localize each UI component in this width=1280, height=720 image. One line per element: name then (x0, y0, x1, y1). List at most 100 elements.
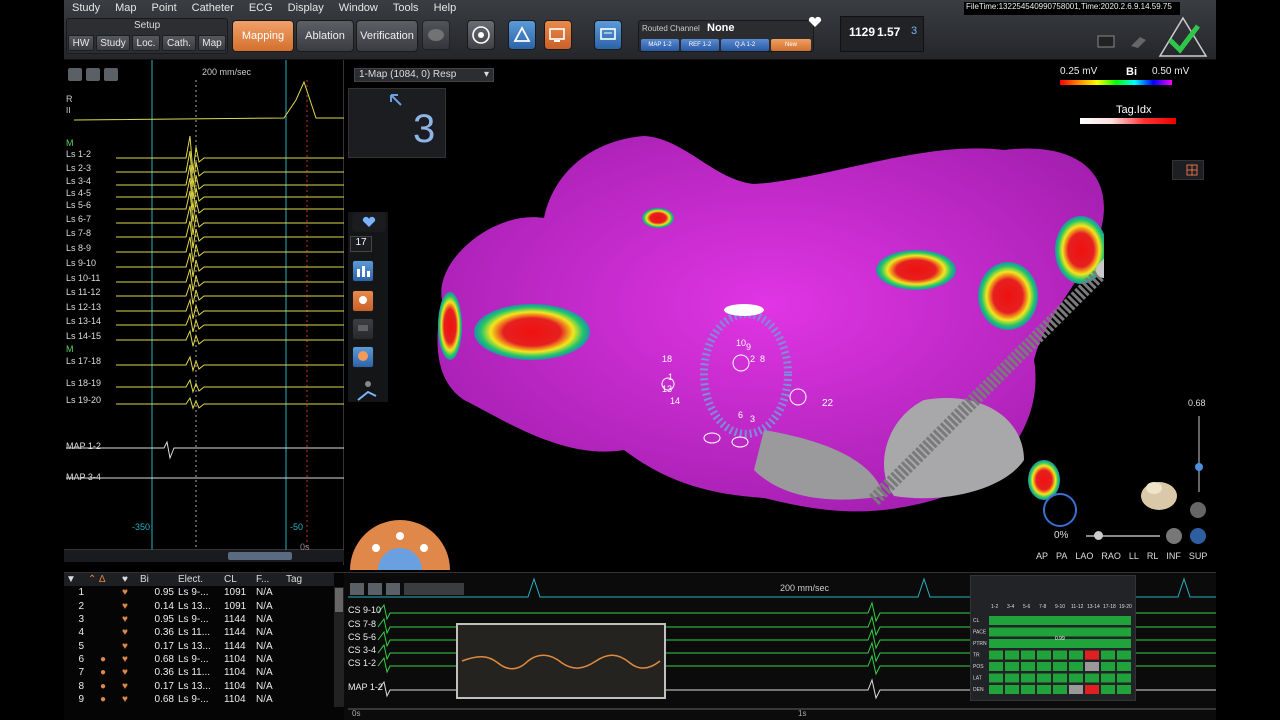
table-cell: ♥ (122, 640, 128, 652)
tag-column-icon[interactable]: ♥ (120, 573, 138, 587)
orientation-buttons: AP PA LAO RAO LL RL INF SUP (1036, 551, 1215, 561)
threshold-slider-thumb[interactable] (1195, 463, 1203, 471)
table-cell: Ls 9-... (178, 653, 209, 665)
menu-map[interactable]: Map (107, 0, 143, 16)
view-ap[interactable]: AP (1036, 551, 1048, 561)
menu-tools[interactable]: Tools (385, 0, 426, 16)
col-elect[interactable]: Elect. (176, 573, 222, 587)
view-pa[interactable]: PA (1056, 551, 1067, 561)
routed-tab-ref12[interactable]: REF 1-2 (681, 39, 719, 51)
table-cell: ● (99, 693, 107, 705)
opacity-value: 0% (1054, 530, 1069, 541)
point-delete-button[interactable] (352, 318, 374, 340)
menu-help[interactable]: Help (426, 0, 464, 16)
routed-tab-map12[interactable]: MAP 1-2 (641, 39, 679, 51)
map-viewport[interactable]: 1-Map (1084, 0) Resp ▾ 3 17 10 9 8 2 1 1… (344, 60, 1216, 572)
table-row[interactable]: 7 ● ♥ 0.36 Ls 11... 1104 N/A (64, 666, 334, 679)
col-bi[interactable]: Bi (138, 573, 176, 587)
sort-columns-icon[interactable]: ⌃ ∆ (86, 573, 120, 587)
table-row[interactable]: 9 ● ♥ 0.68 Ls 9-... 1104 N/A (64, 693, 334, 706)
table-row[interactable]: 1 ♥ 0.95 Ls 9-... 1091 N/A (64, 586, 334, 599)
menu-catheter[interactable]: Catheter (184, 0, 241, 16)
table-row[interactable]: 8 ● ♥ 0.17 Ls 13... 1104 N/A (64, 679, 334, 692)
catheter-tool-button[interactable] (508, 20, 536, 50)
col-cl[interactable]: CL (222, 573, 254, 587)
trace-label: Ls 19-20 (66, 395, 102, 405)
table-cell (86, 639, 120, 652)
recording-tool-button[interactable] (544, 20, 572, 50)
setup-map-button[interactable]: Map (198, 35, 226, 51)
col-f[interactable]: F... (254, 573, 284, 587)
grid-cell (1069, 685, 1083, 694)
view-inf[interactable]: INF (1166, 551, 1181, 561)
ecg-trace-line (116, 205, 344, 235)
map-trace-line (66, 440, 344, 460)
view-rotate-button[interactable] (1166, 528, 1182, 544)
reset-view-button[interactable] (1190, 502, 1206, 518)
table-row[interactable]: 5 ♥ 0.17 Ls 13... 1144 N/A (64, 639, 334, 652)
readout-panel: 1129 1.57 3 (840, 16, 924, 52)
histogram-button[interactable] (352, 260, 374, 282)
ablation-button[interactable]: Ablation (296, 20, 354, 52)
setup-hw-button[interactable]: HW (68, 35, 94, 51)
grid-col-label: 9-10 (1055, 604, 1065, 610)
table-cell: 3 (78, 614, 84, 626)
menu-study[interactable]: Study (64, 0, 107, 16)
points-scroll-thumb[interactable] (335, 588, 343, 612)
ecg-scrollbar[interactable] (64, 550, 344, 562)
table-cell: 0.36 (154, 627, 174, 639)
display-tool-button[interactable] (594, 20, 622, 50)
threshold-value: 0.68 (1188, 398, 1206, 408)
grid-cell (1053, 685, 1067, 694)
trace-label: Ls 3-4 (66, 176, 92, 186)
filter-icon[interactable]: ▼ (64, 573, 86, 587)
grid-cell (1117, 673, 1131, 683)
target-tool-button[interactable] (467, 20, 495, 50)
table-cell: 0.36 (154, 667, 174, 679)
electrode-status-grid[interactable]: 1-2 3-4 5-6 7-8 9-10 11-12 13-14 17-18 19-20 CL PA… (970, 575, 1136, 701)
view-ll[interactable]: LL (1129, 551, 1139, 561)
grid-cell (1101, 673, 1115, 683)
view-fit-button[interactable] (1190, 528, 1206, 544)
view-rao[interactable]: RAO (1101, 551, 1121, 561)
points-count-field[interactable]: 17 (350, 236, 372, 252)
point-collect-button[interactable] (352, 290, 374, 312)
grid-cell (1117, 662, 1131, 671)
view-rl[interactable]: RL (1147, 551, 1159, 561)
table-row[interactable]: 6 ● ♥ 0.68 Ls 9-... 1104 N/A (64, 653, 334, 666)
opacity-slider-thumb[interactable] (1094, 531, 1103, 540)
map-selector[interactable]: 1-Map (1084, 0) Resp ▾ (354, 68, 494, 82)
setup-study-button[interactable]: Study (96, 35, 130, 51)
trace-label: Ls 9-10 (66, 258, 97, 268)
menu-display[interactable]: Display (280, 0, 331, 16)
menu-window[interactable]: Window (331, 0, 385, 16)
routed-tab-qa12[interactable]: Q.A 1-2 (721, 39, 769, 51)
ecg-scroll-thumb[interactable] (228, 552, 292, 560)
points-table-scrollbar[interactable] (334, 587, 344, 707)
routed-tab-new[interactable]: New (771, 39, 811, 51)
verification-button[interactable]: Verification (356, 20, 418, 52)
table-row[interactable]: 4 ♥ 0.36 Ls 11... 1144 N/A (64, 626, 334, 639)
view-lao[interactable]: LAO (1075, 551, 1093, 561)
ecg-inset-panel[interactable] (456, 623, 666, 699)
table-row[interactable]: 3 ♥ 0.95 Ls 9-... 1144 N/A (64, 613, 334, 626)
threshold-slider-track[interactable] (1198, 416, 1200, 492)
heart-orientation-icon[interactable] (1136, 474, 1182, 514)
grid-toggle-button[interactable] (1172, 160, 1204, 180)
mapping-button[interactable]: Mapping (232, 20, 294, 52)
map-tag-button[interactable] (352, 346, 374, 368)
setup-cath-button[interactable]: Cath. (162, 35, 196, 51)
anatomical-map-3d[interactable]: 10 982 1 13 14 18 6 3 22 (404, 100, 1104, 540)
radial-tool-menu[interactable] (348, 514, 452, 570)
table-row[interactable]: 2 ♥ 0.14 Ls 13... 1091 N/A (64, 600, 334, 613)
col-tag[interactable]: Tag (284, 573, 334, 587)
menu-ecg[interactable]: ECG (241, 0, 280, 16)
grid-cell (1005, 650, 1019, 660)
ecg-trace-line (116, 220, 344, 249)
low-voltage-area-3 (876, 250, 956, 290)
axis-label-right: -50 (290, 522, 304, 532)
heart-tool-button[interactable] (422, 20, 450, 50)
view-sup[interactable]: SUP (1189, 551, 1208, 561)
menu-point[interactable]: Point (144, 0, 184, 16)
setup-loc-button[interactable]: Loc. (132, 35, 160, 51)
